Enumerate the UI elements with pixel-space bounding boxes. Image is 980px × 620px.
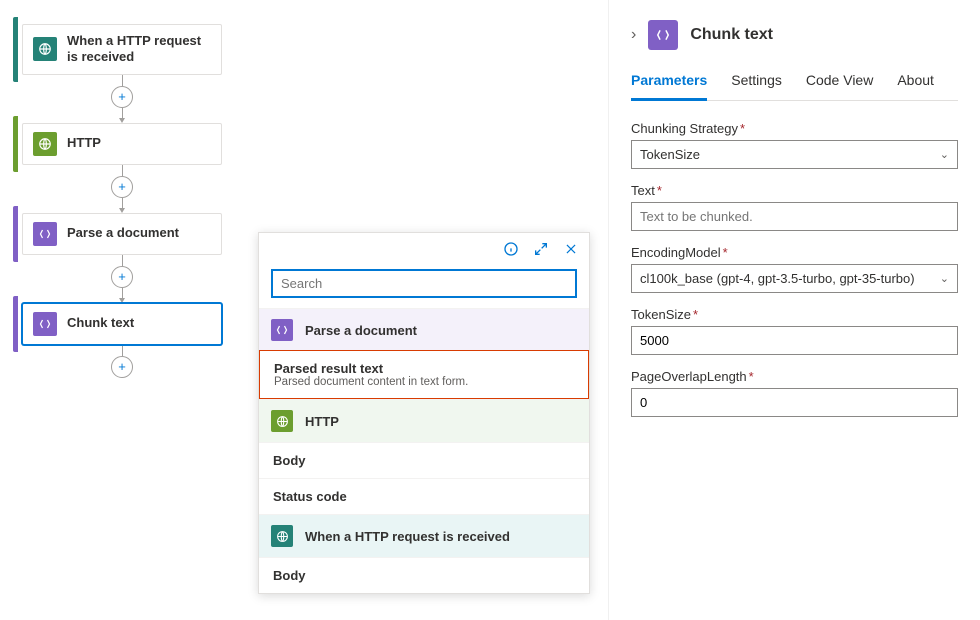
select-value: cl100k_base (gpt-4, gpt-3.5-turbo, gpt-3… — [640, 271, 915, 286]
parse-icon — [33, 222, 57, 246]
item-subtitle: Parsed document content in text form. — [274, 376, 574, 388]
add-step-button[interactable]: + — [111, 176, 133, 198]
label-token-size: TokenSize* — [631, 307, 958, 322]
add-step-button[interactable]: + — [111, 86, 133, 108]
chunk-icon — [33, 312, 57, 336]
details-panel: › Chunk text Parameters Settings Code Vi… — [608, 0, 980, 620]
http-trigger-icon — [33, 37, 57, 61]
tab-settings[interactable]: Settings — [731, 72, 782, 100]
input-token-size[interactable] — [631, 326, 958, 355]
panel-header: › Chunk text — [631, 20, 958, 50]
add-step-button[interactable]: + — [111, 266, 133, 288]
connector: + — [22, 165, 222, 213]
http-icon — [271, 410, 293, 432]
field-token-size: TokenSize* — [631, 307, 958, 355]
popup-header — [259, 233, 589, 265]
search-container — [271, 269, 577, 298]
tab-code-view[interactable]: Code View — [806, 72, 873, 100]
node-accent — [13, 296, 18, 352]
item-body[interactable]: Body — [259, 557, 589, 593]
info-icon[interactable] — [503, 241, 519, 257]
expand-icon[interactable] — [533, 241, 549, 257]
node-label: Parse a document — [67, 225, 179, 241]
field-chunking-strategy: Chunking Strategy* TokenSize ⌄ — [631, 121, 958, 169]
select-value: TokenSize — [640, 147, 700, 162]
node-http[interactable]: HTTP — [22, 123, 222, 165]
dynamic-content-popup: Parse a document Parsed result text Pars… — [258, 232, 590, 594]
input-overlap[interactable] — [631, 388, 958, 417]
node-label: When a HTTP request is received — [67, 33, 211, 66]
item-title: Parsed result text — [274, 361, 574, 376]
item-status-code[interactable]: Status code — [259, 478, 589, 514]
item-body[interactable]: Body — [259, 442, 589, 478]
http-icon — [33, 132, 57, 156]
node-accent — [13, 206, 18, 262]
group-label: Parse a document — [305, 323, 417, 338]
label-overlap: PageOverlapLength* — [631, 369, 958, 384]
group-http[interactable]: HTTP — [259, 399, 589, 442]
workflow-column: When a HTTP request is received + HTTP +… — [22, 24, 222, 378]
item-title: Body — [273, 453, 575, 468]
item-title: Body — [273, 568, 575, 583]
connector: + — [22, 345, 222, 378]
label-encoding-model: EncodingModel* — [631, 245, 958, 260]
connector: + — [22, 255, 222, 303]
node-accent — [13, 116, 18, 172]
tab-about[interactable]: About — [897, 72, 934, 100]
node-http-trigger[interactable]: When a HTTP request is received — [22, 24, 222, 75]
field-encoding-model: EncodingModel* cl100k_base (gpt-4, gpt-3… — [631, 245, 958, 293]
item-parsed-result-text[interactable]: Parsed result text Parsed document conte… — [259, 350, 589, 399]
node-accent — [13, 17, 18, 82]
chevron-down-icon: ⌄ — [940, 148, 949, 161]
tab-bar: Parameters Settings Code View About — [631, 72, 958, 101]
connector: + — [22, 75, 222, 123]
node-parse-document[interactable]: Parse a document — [22, 213, 222, 255]
node-label: HTTP — [67, 135, 101, 151]
close-icon[interactable] — [563, 241, 579, 257]
tab-parameters[interactable]: Parameters — [631, 72, 707, 101]
parse-icon — [271, 319, 293, 341]
add-step-button[interactable]: + — [111, 356, 133, 378]
field-overlap: PageOverlapLength* — [631, 369, 958, 417]
item-title: Status code — [273, 489, 575, 504]
node-label: Chunk text — [67, 315, 134, 331]
panel-title: Chunk text — [690, 26, 773, 44]
search-input[interactable] — [271, 269, 577, 298]
group-http-trigger[interactable]: When a HTTP request is received — [259, 514, 589, 557]
group-label: When a HTTP request is received — [305, 529, 510, 544]
node-chunk-text[interactable]: Chunk text — [22, 303, 222, 345]
chunk-icon — [648, 20, 678, 50]
chevron-right-icon[interactable]: › — [631, 26, 636, 44]
chevron-down-icon: ⌄ — [940, 272, 949, 285]
group-parse-document[interactable]: Parse a document — [259, 308, 589, 351]
select-encoding-model[interactable]: cl100k_base (gpt-4, gpt-3.5-turbo, gpt-3… — [631, 264, 958, 293]
label-chunking-strategy: Chunking Strategy* — [631, 121, 958, 136]
http-trigger-icon — [271, 525, 293, 547]
field-text: Text* — [631, 183, 958, 231]
select-chunking-strategy[interactable]: TokenSize ⌄ — [631, 140, 958, 169]
input-text[interactable] — [631, 202, 958, 231]
label-text: Text* — [631, 183, 958, 198]
group-label: HTTP — [305, 414, 339, 429]
